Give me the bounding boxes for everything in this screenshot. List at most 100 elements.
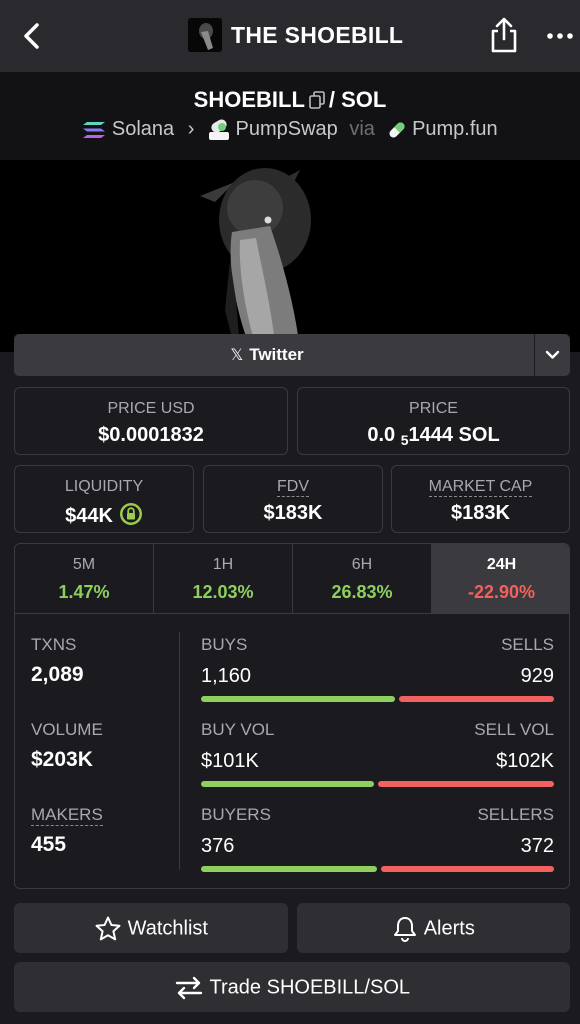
buyers-value: 376	[201, 835, 235, 857]
pair-quote-symbol: / SOL	[328, 87, 387, 113]
tab-5m[interactable]: 5M 1.47%	[15, 544, 153, 613]
chain-name[interactable]: Solana	[112, 118, 174, 140]
pumpfun-icon	[388, 122, 405, 138]
sellers-value: 372	[520, 835, 554, 857]
pair-title: SHOEBILL / SOL	[0, 86, 580, 113]
watchlist-button[interactable]: Watchlist	[14, 903, 288, 953]
tab-6h[interactable]: 6H 26.83%	[293, 544, 431, 613]
chain-info: Solana › PumpSwap via Pump.fun	[0, 118, 580, 141]
lock-icon[interactable]	[119, 502, 143, 526]
timeframe-tabs: 5M 1.47% 1H 12.03% 6H 26.83% 24H -22.90%	[15, 544, 569, 614]
liquidity-card: LIQUIDITY $44K	[14, 465, 194, 533]
sell-vol-value: $102K	[496, 750, 554, 772]
buy-vol-value: $101K	[201, 750, 259, 772]
tab-change: 26.83%	[331, 582, 393, 602]
price-native-digits: 1444 SOL	[408, 424, 500, 446]
price-usd-label: PRICE USD	[107, 400, 195, 417]
txns-label: TXNS	[31, 635, 77, 654]
chevron-down-icon[interactable]	[535, 334, 570, 376]
sells-bar	[399, 696, 554, 702]
star-icon	[95, 916, 121, 941]
pumpswap-icon	[208, 119, 229, 140]
trade-button[interactable]: Trade SHOEBILL/SOL	[14, 962, 570, 1012]
sells-value: 929	[520, 665, 554, 687]
top-bar: THE SHOEBILL	[0, 0, 580, 72]
stats-panel: 5M 1.47% 1H 12.03% 6H 26.83% 24H -22.90%…	[14, 543, 570, 889]
price-native-value: 0.0 51444 SOL	[298, 424, 569, 448]
token-avatar	[188, 18, 222, 52]
makers-label[interactable]: MAKERS	[31, 805, 103, 826]
liquidity-value: $44K	[65, 505, 113, 527]
buys-bar	[201, 696, 395, 702]
twitter-label: Twitter	[249, 345, 304, 364]
bell-icon	[394, 916, 417, 942]
volume-ratio-bar	[201, 781, 554, 787]
buyers-bar	[201, 866, 377, 872]
sellers-label: SELLERS	[477, 805, 554, 824]
via-label: via	[349, 118, 375, 141]
buy-vol-bar	[201, 781, 374, 787]
fdv-label[interactable]: FDV	[277, 478, 309, 497]
fdv-card: FDV $183K	[203, 465, 383, 533]
buy-vol-label: BUY VOL	[201, 720, 275, 739]
liquidity-label: LIQUIDITY	[64, 478, 144, 495]
swap-arrows-icon	[175, 976, 203, 999]
price-native-label: PRICE	[409, 400, 458, 417]
tab-change: -22.90%	[467, 582, 536, 602]
market-cap-card: MARKET CAP $183K	[391, 465, 570, 533]
fdv-value: $183K	[263, 502, 323, 524]
page-title: THE SHOEBILL	[231, 22, 404, 48]
chevron-left-icon[interactable]	[18, 20, 46, 52]
sells-label: SELLS	[501, 635, 554, 654]
copy-icon[interactable]	[309, 91, 325, 109]
trade-label: Trade SHOEBILL/SOL	[209, 976, 411, 999]
tab-24h[interactable]: 24H -22.90%	[432, 544, 569, 613]
market-cap-value: $183K	[451, 502, 510, 524]
volume-stat: VOLUME $203K	[31, 720, 103, 772]
alerts-button[interactable]: Alerts	[297, 903, 570, 953]
watchlist-label: Watchlist	[127, 917, 208, 940]
solana-icon	[83, 121, 106, 138]
token-banner-image	[0, 160, 580, 352]
buys-label: BUYS	[201, 635, 248, 654]
sell-vol-label: SELL VOL	[474, 720, 554, 739]
txns-value: 2,089	[31, 663, 84, 686]
buys-sells-ratio-bar	[201, 696, 554, 702]
launchpad-name[interactable]: Pump.fun	[412, 118, 498, 140]
twitter-button[interactable]: 𝕏 Twitter	[14, 334, 520, 376]
liquidity-value-row: $44K	[15, 502, 193, 528]
txns-stat: TXNS 2,089	[31, 635, 84, 687]
pair-base-symbol: SHOEBILL	[193, 87, 305, 113]
tab-label: 1H	[212, 556, 234, 573]
sellers-bar	[381, 866, 554, 872]
buyers-label: BUYERS	[201, 805, 271, 824]
tab-label: 5M	[72, 556, 96, 573]
more-icon[interactable]	[546, 24, 574, 48]
price-native-prefix: 0.0	[367, 424, 396, 446]
tab-label: 6H	[351, 556, 373, 573]
market-cap-label[interactable]: MARKET CAP	[428, 478, 533, 497]
price-usd-value: $0.0001832	[98, 424, 204, 446]
price-native-card: PRICE 0.0 51444 SOL	[297, 387, 570, 455]
divider	[179, 632, 180, 870]
pair-header: SHOEBILL / SOL Solana › PumpSwap via Pum…	[0, 72, 580, 160]
tab-1h[interactable]: 1H 12.03%	[154, 544, 292, 613]
buys-value: 1,160	[201, 665, 252, 687]
makers-stat: MAKERS 455	[31, 805, 103, 857]
price-usd-card: PRICE USD $0.0001832	[14, 387, 288, 455]
dex-name[interactable]: PumpSwap	[236, 118, 338, 140]
price-native-zero-count: 5	[400, 432, 409, 448]
chevron-right-icon: ›	[187, 118, 195, 141]
volume-value: $203K	[31, 748, 93, 771]
makers-value: 455	[31, 833, 67, 856]
tab-label: 24H	[486, 556, 517, 573]
socials-bar: 𝕏 Twitter	[14, 334, 570, 376]
tab-change: 12.03%	[192, 582, 254, 602]
sell-vol-bar	[378, 781, 554, 787]
x-icon: 𝕏	[230, 347, 244, 364]
tab-change: 1.47%	[58, 582, 110, 602]
share-icon[interactable]	[488, 16, 520, 54]
volume-label: VOLUME	[31, 720, 103, 739]
alerts-label: Alerts	[423, 917, 475, 940]
buyers-ratio-bar	[201, 866, 554, 872]
